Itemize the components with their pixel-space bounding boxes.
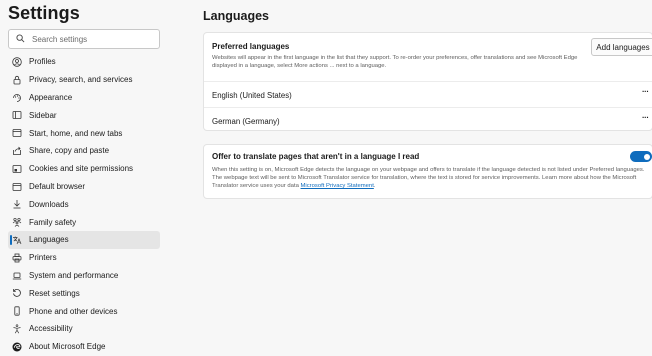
sidebar-item-label: Accessibility: [29, 324, 73, 334]
sidebar-item-label: Start, home, and new tabs: [29, 128, 123, 138]
download-icon: [12, 199, 22, 209]
sidebar-item-label: Downloads: [29, 199, 69, 209]
sidebar-item-label: About Microsoft Edge: [29, 342, 106, 352]
sidebar-item-family-safety[interactable]: Family safety: [8, 213, 160, 231]
share-icon: [12, 146, 22, 156]
offer-translate-title: Offer to translate pages that aren't in …: [212, 152, 420, 161]
settings-title: Settings: [8, 3, 80, 23]
offer-translate-description-text: When this setting is on, Microsoft Edge …: [212, 167, 645, 189]
reset-icon: [12, 288, 22, 298]
sidebar-item-label: Default browser: [29, 181, 86, 191]
sidebar-item-label: Sidebar: [29, 110, 57, 120]
settings-sidebar: Settings Profiles Privacy, search, and s…: [0, 0, 172, 356]
search-box[interactable]: [8, 29, 160, 49]
accessibility-icon: [12, 324, 22, 334]
sidebar-item-reset[interactable]: Reset settings: [8, 284, 160, 302]
toggle-knob: [643, 153, 650, 160]
sidebar-item-start-home[interactable]: Start, home, and new tabs: [8, 124, 160, 142]
language-icon: [12, 235, 22, 245]
languages-page: Languages Preferred languages Websites w…: [172, 0, 652, 356]
sidebar-item-downloads[interactable]: Downloads: [8, 195, 160, 213]
language-row: English (United States) ···: [204, 81, 652, 107]
sidebar-item-appearance[interactable]: Appearance: [8, 89, 160, 107]
sidebar-item-label: Phone and other devices: [29, 306, 118, 316]
phone-icon: [12, 306, 22, 316]
search-icon: [16, 30, 25, 48]
laptop-icon: [12, 271, 22, 281]
sidebar-item-label: Appearance: [29, 92, 73, 102]
sidebar-item-label: Languages: [29, 235, 69, 245]
browser-icon: [12, 182, 22, 192]
offer-translate-toggle[interactable]: [630, 151, 652, 162]
offer-translate-description: When this setting is on, Microsoft Edge …: [212, 166, 652, 190]
profile-icon: [12, 57, 22, 67]
home-icon: [12, 128, 22, 138]
sidebar-item-label: Share, copy and paste: [29, 146, 110, 156]
sidebar-item-label: System and performance: [29, 270, 119, 280]
sidebar-item-label: Printers: [29, 253, 57, 263]
language-name: German (Germany): [212, 117, 280, 126]
sidebar-item-label: Profiles: [29, 57, 56, 67]
sidebar-item-label: Privacy, search, and services: [29, 75, 133, 85]
add-languages-button[interactable]: Add languages: [591, 38, 652, 56]
family-icon: [12, 217, 22, 227]
lock-icon: [12, 75, 22, 85]
sidebar-item-phone[interactable]: Phone and other devices: [8, 302, 160, 320]
settings-nav: Profiles Privacy, search, and services A…: [0, 53, 172, 356]
privacy-statement-link[interactable]: Microsoft Privacy Statement: [301, 183, 374, 189]
printer-icon: [12, 253, 22, 263]
more-actions-button[interactable]: ···: [642, 113, 652, 125]
sidebar-item-cookies[interactable]: Cookies and site permissions: [8, 160, 160, 178]
sidebar-item-system[interactable]: System and performance: [8, 267, 160, 285]
appearance-icon: [12, 93, 22, 103]
sidebar-item-languages[interactable]: Languages: [8, 230, 160, 249]
preferred-languages-card: Preferred languages Websites will appear…: [203, 32, 652, 131]
sidebar-item-profiles[interactable]: Profiles: [8, 53, 160, 71]
sidebar-item-printers[interactable]: Printers: [8, 249, 160, 267]
sidebar-item-share[interactable]: Share, copy and paste: [8, 142, 160, 160]
sidebar-item-default-browser[interactable]: Default browser: [8, 178, 160, 196]
search-input[interactable]: [32, 34, 152, 44]
sidebar-item-accessibility[interactable]: Accessibility: [8, 320, 160, 338]
sidebar-item-label: Family safety: [29, 217, 77, 227]
preferred-languages-description: Websites will appear in the first langua…: [212, 55, 578, 69]
edge-logo-icon: [12, 342, 22, 352]
language-row: German (Germany) ···: [204, 107, 652, 133]
sidebar-item-sidebar[interactable]: Sidebar: [8, 106, 160, 124]
description-period: .: [373, 183, 376, 189]
sidebar-item-privacy[interactable]: Privacy, search, and services: [8, 71, 160, 89]
sidebar-item-about[interactable]: About Microsoft Edge: [8, 338, 160, 356]
sidebar-item-label: Reset settings: [29, 288, 80, 298]
language-name: English (United States): [212, 91, 292, 100]
page-title: Languages: [203, 9, 269, 23]
more-actions-button[interactable]: ···: [642, 87, 652, 99]
preferred-languages-title: Preferred languages: [212, 42, 290, 51]
sidebar-icon: [12, 110, 22, 120]
offer-translate-card: Offer to translate pages that aren't in …: [203, 144, 652, 199]
permissions-icon: [12, 164, 22, 174]
sidebar-item-label: Cookies and site permissions: [29, 164, 134, 174]
